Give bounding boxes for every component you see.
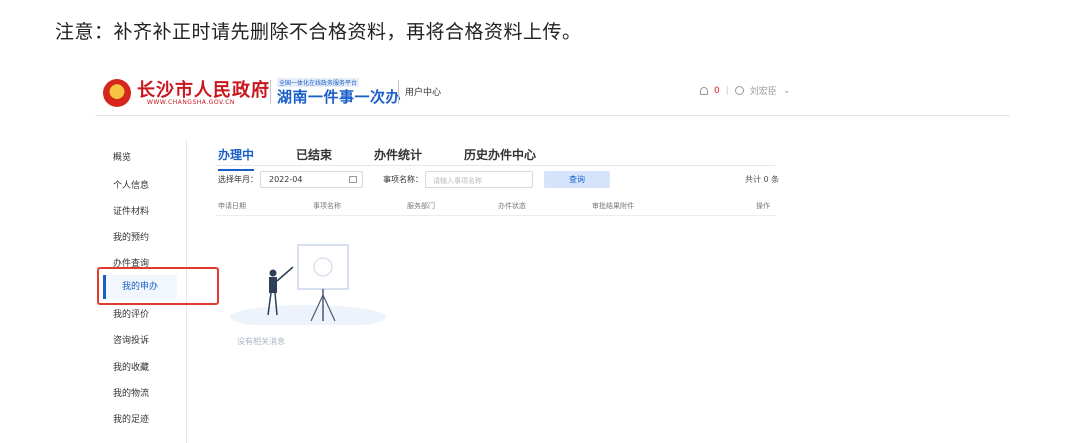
item-name-input[interactable]: 请输入事项名称 (425, 171, 533, 188)
sidebar-item-logistics[interactable]: 我的物流 (113, 386, 149, 399)
month-picker[interactable]: 2022-04 (260, 171, 363, 188)
header-divider (398, 80, 399, 104)
header-user-area: 0 | 刘宏臣 ⌄ (700, 84, 790, 97)
platform-slogan: 湖南一件事一次办 (277, 88, 402, 106)
item-name-label: 事项名称： (383, 175, 423, 184)
username[interactable]: 刘宏臣 (750, 84, 777, 97)
sidebar-item-favorites[interactable]: 我的收藏 (113, 360, 149, 373)
sidebar-item-overview[interactable]: 概览 (113, 150, 131, 163)
chevron-down-icon[interactable]: ⌄ (783, 86, 791, 96)
sidebar-item-appointments[interactable]: 我的预约 (113, 230, 149, 243)
tab-finished[interactable]: 已结束 (296, 146, 332, 171)
app-screenshot: 长沙市人民政府 WWW.CHANGSHA.GOV.CN 全国一体化在线政务服务平… (95, 70, 1010, 443)
column-header-actions: 操作 (756, 202, 770, 210)
empty-state-illustration (230, 244, 386, 325)
total-count: 共计 0 条 (745, 175, 780, 184)
tab-history-center[interactable]: 历史办件中心 (464, 146, 536, 171)
tab-in-progress[interactable]: 办理中 (218, 146, 255, 171)
sidebar-item-consult-complaint[interactable]: 咨询投诉 (113, 333, 149, 346)
city-url: WWW.CHANGSHA.GOV.CN (147, 99, 235, 106)
tab-statistics[interactable]: 办件统计 (374, 146, 422, 171)
user-center-label: 用户中心 (405, 88, 442, 98)
empty-state-text: 没有相关消息 (237, 337, 285, 346)
header-separator: | (725, 85, 729, 96)
sidebar-item-my-reviews[interactable]: 我的评价 (113, 307, 149, 320)
query-button[interactable]: 查询 (544, 171, 610, 188)
table-header-divider (215, 215, 775, 216)
status-tabs: 办理中 已结束 办件统计 历史办件中心 (218, 146, 578, 171)
column-header-department: 服务部门 (407, 202, 435, 210)
header-divider (270, 80, 271, 104)
site-header: 长沙市人民政府 WWW.CHANGSHA.GOV.CN 全国一体化在线政务服务平… (95, 70, 1010, 116)
notification-count[interactable]: 0 (714, 86, 720, 96)
sidebar-item-documents[interactable]: 证件材料 (113, 204, 149, 217)
notice-text: 注意：补齐补正时请先删除不合格资料，再将合格资料上传。 (55, 21, 582, 43)
highlight-box (97, 267, 219, 305)
month-value: 2022-04 (269, 175, 303, 184)
column-header-status: 办件状态 (498, 202, 526, 210)
column-header-attachment: 审批结果附件 (592, 202, 634, 210)
column-header-apply-date: 申请日期 (218, 202, 246, 210)
user-avatar-icon[interactable] (734, 86, 744, 95)
sidebar-item-footprints[interactable]: 我的足迹 (113, 412, 149, 425)
sidebar-item-personal-info[interactable]: 个人信息 (113, 178, 149, 191)
bell-icon[interactable] (700, 86, 708, 95)
national-emblem-icon (103, 79, 131, 107)
month-label: 选择年月： (218, 175, 258, 184)
tabs-divider (215, 165, 775, 166)
calendar-icon[interactable] (349, 176, 357, 183)
column-header-item-name: 事项名称 (313, 202, 341, 210)
